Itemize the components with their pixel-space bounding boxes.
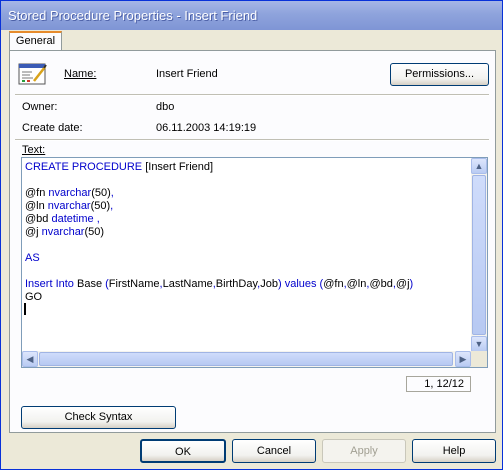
tab-general[interactable]: General xyxy=(9,31,62,51)
code-text: Job xyxy=(260,278,278,290)
code-text: @ln xyxy=(25,200,48,212)
scroll-left-icon[interactable]: ◀ xyxy=(22,351,38,367)
permissions-button-label: Permissions... xyxy=(404,68,475,80)
name-label: Name: xyxy=(64,68,97,80)
code-text: @j xyxy=(25,226,42,238)
permissions-button[interactable]: Permissions... xyxy=(390,63,489,86)
code-line: Insert Into Base (FirstName,LastName,Bir… xyxy=(25,278,413,291)
cancel-button[interactable]: Cancel xyxy=(232,439,316,463)
code-text: @bd xyxy=(369,278,393,290)
code-text: [Insert Friend] xyxy=(145,161,214,173)
code-text: (50) xyxy=(91,187,111,199)
code-text: @j xyxy=(395,278,410,290)
create-date-value: 06.11.2003 14:19:19 xyxy=(156,122,257,134)
scroll-up-icon[interactable]: ▲ xyxy=(471,158,487,174)
owner-label: Owner: xyxy=(22,101,58,113)
ok-button-label: OK xyxy=(175,446,191,458)
code-line: @j nvarchar(50) xyxy=(25,226,413,239)
code-keyword: ) xyxy=(409,278,414,290)
vertical-scrollbar[interactable]: ▲ ▼ xyxy=(471,158,487,352)
text-caret xyxy=(24,303,26,315)
owner-value: dbo xyxy=(156,101,175,113)
text-label: Text: xyxy=(22,144,46,156)
apply-button-label: Apply xyxy=(350,445,378,457)
create-date-label: Create date: xyxy=(22,122,83,134)
code-keyword: , xyxy=(110,200,114,212)
code-text: @bd xyxy=(25,213,52,225)
code-text: BirthDay xyxy=(215,278,258,290)
scrollbar-corner xyxy=(471,351,487,367)
code-line: CREATE PROCEDURE [Insert Friend] xyxy=(25,161,413,174)
horizontal-scrollbar[interactable]: ◀ ▶ xyxy=(22,351,471,367)
cursor-position-status: 1, 12/12 xyxy=(406,376,471,392)
code-line: AS xyxy=(25,252,413,265)
help-button-label: Help xyxy=(442,445,466,457)
code-text: FirstName xyxy=(108,278,160,290)
help-button[interactable]: Help xyxy=(412,439,496,463)
check-syntax-button-label: Check Syntax xyxy=(64,411,133,423)
ok-button[interactable]: OK xyxy=(140,439,226,463)
window-title: Stored Procedure Properties - Insert Fri… xyxy=(8,8,258,23)
code-text: (50) xyxy=(90,200,111,212)
code-keyword: datetime xyxy=(51,213,94,225)
code-text: LastName xyxy=(162,278,213,290)
code-keyword: nvarchar xyxy=(47,200,91,212)
properties-dialog: Stored Procedure Properties - Insert Fri… xyxy=(0,0,503,470)
code-keyword: , xyxy=(93,213,100,225)
horizontal-scroll-thumb[interactable] xyxy=(39,352,453,366)
separator-top xyxy=(15,94,489,96)
title-bar[interactable]: Stored Procedure Properties - Insert Fri… xyxy=(1,1,502,30)
separator-middle xyxy=(15,139,489,141)
cancel-button-label: Cancel xyxy=(256,445,292,457)
code-keyword: CREATE PROCEDURE xyxy=(25,161,146,173)
stored-procedure-icon xyxy=(18,63,47,85)
scroll-right-icon[interactable]: ▶ xyxy=(455,351,471,367)
code-keyword: AS xyxy=(25,252,40,264)
vertical-scroll-thumb[interactable] xyxy=(472,175,486,335)
code-line: @ln nvarchar(50), xyxy=(25,200,413,213)
code-text: @fn xyxy=(323,278,344,290)
code-line: @bd datetime , xyxy=(25,213,413,226)
code-text: (50) xyxy=(84,226,105,238)
code-line: GO xyxy=(25,291,413,304)
check-syntax-button[interactable]: Check Syntax xyxy=(21,406,176,429)
code-text: Base xyxy=(76,278,106,290)
code-line: @fn nvarchar(50), xyxy=(25,187,413,200)
code-text: @ln xyxy=(346,278,367,290)
name-value: Insert Friend xyxy=(156,68,218,80)
apply-button[interactable]: Apply xyxy=(322,439,406,463)
code-keyword: nvarchar xyxy=(48,187,92,199)
sql-text-editor[interactable]: CREATE PROCEDURE [Insert Friend] @fn nvar… xyxy=(21,157,488,368)
code-keyword: Insert Into xyxy=(25,278,77,290)
code-keyword: nvarchar xyxy=(41,226,85,238)
scroll-down-icon[interactable]: ▼ xyxy=(471,336,487,352)
code-keyword: , xyxy=(110,187,114,199)
code-keyword: ) values ( xyxy=(277,278,324,290)
sql-code[interactable]: CREATE PROCEDURE [Insert Friend] @fn nvar… xyxy=(25,161,413,304)
code-text: @fn xyxy=(25,187,49,199)
code-text: GO xyxy=(25,291,43,303)
